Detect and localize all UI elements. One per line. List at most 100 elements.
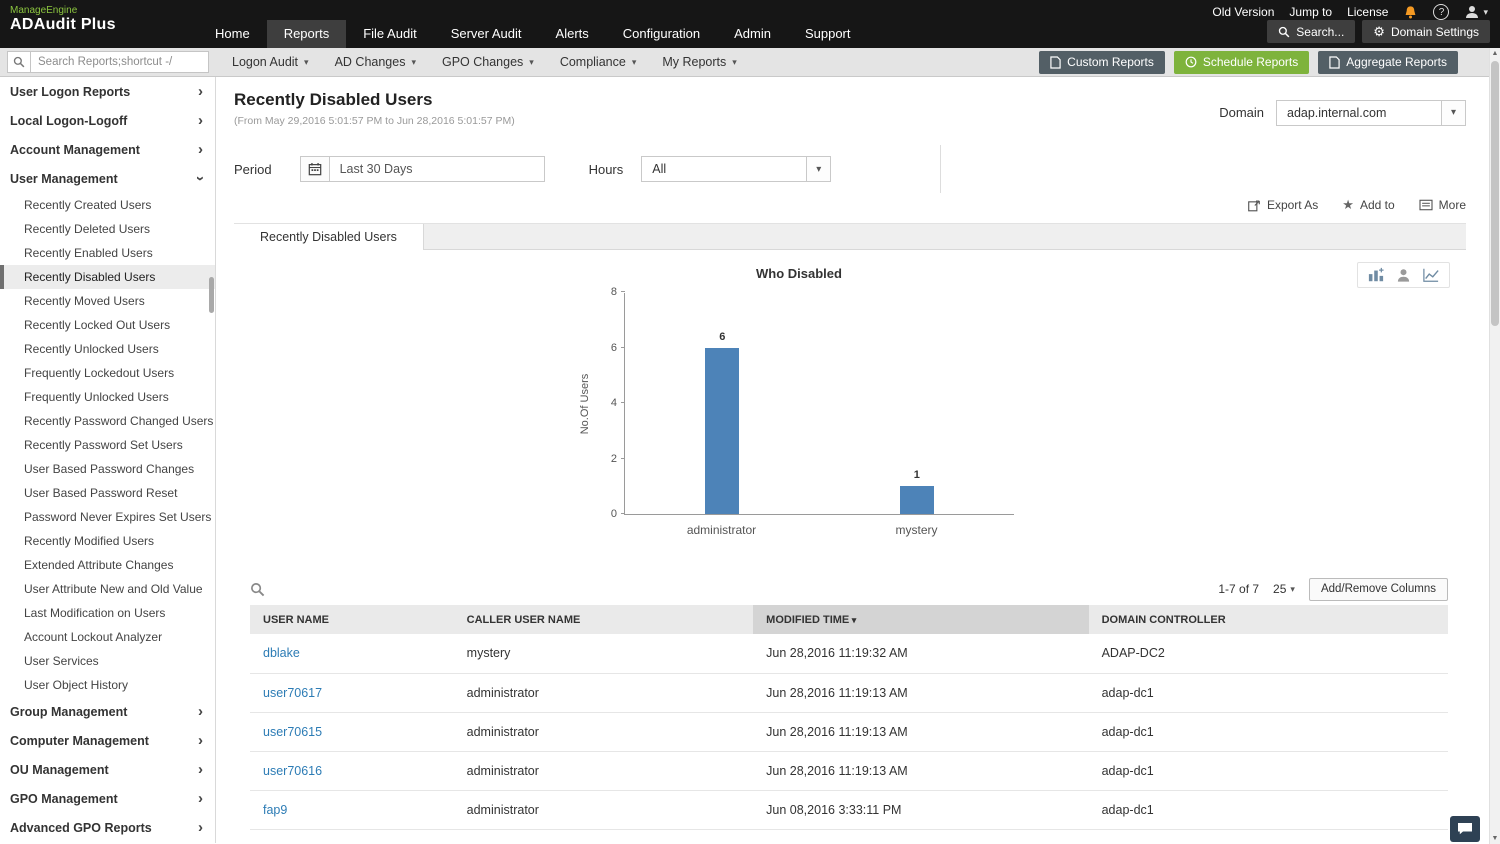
top-link-jump-to[interactable]: Jump to (1289, 5, 1332, 19)
chat-bubble-icon (1458, 823, 1472, 835)
menu-gpo-changes[interactable]: GPO Changes ▾ (429, 55, 547, 69)
cell-user-name[interactable]: fap9 (250, 790, 454, 830)
sidebar-item-account-lockout-analyzer[interactable]: Account Lockout Analyzer (0, 625, 215, 649)
sidebar-item-user-attribute-new-and-old-value[interactable]: User Attribute New and Old Value (0, 577, 215, 601)
sidebar-item-extended-attribute-changes[interactable]: Extended Attribute Changes (0, 553, 215, 577)
global-search-button[interactable]: Search... (1267, 20, 1356, 43)
bar-chart-icon[interactable] (1367, 267, 1385, 283)
table-header-row: USER NAME CALLER USER NAME MODIFIED TIME ▾… (250, 605, 1448, 634)
add-to-button[interactable]: ★ Add to (1342, 197, 1394, 213)
period-input[interactable]: Last 30 Days (329, 156, 545, 182)
report-search-input[interactable] (31, 51, 209, 73)
custom-reports-button[interactable]: Custom Reports (1039, 50, 1165, 74)
cell-domain-controller: adap-dc1 (1088, 751, 1448, 791)
sidebar-group-group-management[interactable]: Group Management › (0, 697, 215, 726)
nav-tab-server-audit[interactable]: Server Audit (434, 20, 539, 48)
add-remove-columns-button[interactable]: Add/Remove Columns (1308, 577, 1448, 601)
sidebar-group-user-management[interactable]: User Management › (0, 164, 215, 193)
user-summary-icon[interactable] (1396, 267, 1411, 283)
sidebar-item-recently-unlocked-users[interactable]: Recently Unlocked Users (0, 337, 215, 361)
export-as-button[interactable]: Export As (1247, 198, 1318, 212)
search-icon (1279, 26, 1290, 37)
sidebar-item-recently-moved-users[interactable]: Recently Moved Users (0, 289, 215, 313)
live-chat-button[interactable] (1450, 816, 1480, 842)
search-icon[interactable] (7, 51, 31, 73)
tab-recently-disabled-users[interactable]: Recently Disabled Users (234, 224, 424, 250)
cell-user-name[interactable]: dblake (250, 634, 454, 674)
hours-select[interactable]: All ▾ (641, 156, 832, 182)
notification-bell-icon[interactable] (1403, 5, 1418, 20)
page-size-select[interactable]: 25 ▾ (1273, 582, 1295, 596)
sidebar-group-ou-management[interactable]: OU Management › (0, 755, 215, 784)
cell-user-name[interactable]: user70617 (250, 673, 454, 713)
table-search-icon[interactable] (250, 582, 265, 597)
aggregate-reports-button[interactable]: Aggregate Reports (1318, 50, 1458, 74)
sidebar-item-recently-created-users[interactable]: Recently Created Users (0, 193, 215, 217)
cell-user-name[interactable]: user70615 (250, 712, 454, 752)
calendar-icon[interactable] (299, 156, 330, 182)
add-to-label: Add to (1359, 198, 1395, 212)
sidebar-item-password-never-expires-set-users[interactable]: Password Never Expires Set Users (0, 505, 215, 529)
scrollbar-thumb[interactable] (1491, 61, 1499, 326)
nav-tab-admin[interactable]: Admin (717, 20, 788, 48)
sidebar-group-label: Local Logon-Logoff (10, 113, 128, 128)
period-label: Period (234, 161, 272, 177)
sidebar-scrollbar[interactable] (209, 277, 214, 313)
sidebar-item-user-based-password-changes[interactable]: User Based Password Changes (0, 457, 215, 481)
sidebar-item-recently-deleted-users[interactable]: Recently Deleted Users (0, 217, 215, 241)
sidebar-group-account-management[interactable]: Account Management › (0, 135, 215, 164)
help-icon[interactable]: ? (1433, 4, 1450, 20)
table-section: 1-7 of 7 25 ▾ Add/Remove Columns USER NA… (250, 573, 1448, 830)
menu-ad-changes[interactable]: AD Changes ▾ (322, 55, 429, 69)
user-account-menu[interactable]: ▾ (1464, 4, 1488, 20)
top-link-old-version[interactable]: Old Version (1212, 5, 1274, 19)
sidebar-group-other-ad-object-changes[interactable]: Other AD Object Changes› (0, 842, 215, 843)
top-links: Old Version Jump to License (1212, 5, 1388, 19)
sidebar-item-user-object-history[interactable]: User Object History (0, 673, 215, 697)
line-chart-icon[interactable] (1422, 267, 1440, 283)
scroll-down-icon[interactable]: ▼ (1490, 833, 1500, 844)
chart-bar[interactable] (705, 347, 740, 514)
sidebar-item-recently-locked-out-users[interactable]: Recently Locked Out Users (0, 313, 215, 337)
menu-compliance[interactable]: Compliance ▾ (547, 55, 650, 69)
menu-logon-audit[interactable]: Logon Audit ▾ (219, 55, 322, 69)
column-header-modified-time[interactable]: MODIFIED TIME ▾ (753, 605, 1089, 634)
sidebar-group-user-logon-reports[interactable]: User Logon Reports › (0, 77, 215, 106)
column-header-caller-user-name[interactable]: CALLER USER NAME (453, 605, 754, 634)
nav-tab-file-audit[interactable]: File Audit (346, 20, 433, 48)
sidebar-item-frequently-unlocked-users[interactable]: Frequently Unlocked Users (0, 385, 215, 409)
report-date-range: (From May 29,2016 5:01:57 PM to Jun 28,2… (234, 115, 515, 127)
sidebar-item-recently-password-set-users[interactable]: Recently Password Set Users (0, 433, 215, 457)
sidebar-item-recently-enabled-users[interactable]: Recently Enabled Users (0, 241, 215, 265)
sidebar-group-advanced-gpo-reports[interactable]: Advanced GPO Reports › (0, 813, 215, 842)
sidebar-item-recently-modified-users[interactable]: Recently Modified Users (0, 529, 215, 553)
sidebar-group-local-logon-logoff[interactable]: Local Logon-Logoff › (0, 106, 215, 135)
column-header-domain-controller[interactable]: DOMAIN CONTROLLER (1088, 605, 1448, 634)
sidebar-item-recently-password-changed-users[interactable]: Recently Password Changed Users (0, 409, 215, 433)
sidebar-group-computer-management[interactable]: Computer Management › (0, 726, 215, 755)
sidebar-item-user-based-password-reset[interactable]: User Based Password Reset (0, 481, 215, 505)
nav-tab-reports[interactable]: Reports (266, 20, 347, 48)
sidebar-item-user-services[interactable]: User Services (0, 649, 215, 673)
sidebar-group-gpo-management[interactable]: GPO Management › (0, 784, 215, 813)
more-button[interactable]: More (1419, 198, 1466, 212)
star-icon: ★ (1342, 197, 1354, 212)
top-link-license[interactable]: License (1347, 5, 1388, 19)
sidebar-item-frequently-lockedout-users[interactable]: Frequently Lockedout Users (0, 361, 215, 385)
main-content: Recently Disabled Users (From May 29,201… (216, 77, 1500, 843)
column-header-user-name[interactable]: USER NAME (250, 605, 454, 634)
chart-bar[interactable] (899, 486, 934, 514)
domain-settings-button[interactable]: ⚙ Domain Settings (1362, 20, 1490, 43)
menu-my-reports[interactable]: My Reports ▾ (649, 55, 749, 69)
cell-user-name[interactable]: user70616 (250, 751, 454, 791)
page-scrollbar[interactable]: ▲ ▼ (1489, 48, 1500, 844)
sidebar-item-last-modification-on-users[interactable]: Last Modification on Users (0, 601, 215, 625)
nav-tab-alerts[interactable]: Alerts (539, 20, 606, 48)
sidebar-item-recently-disabled-users[interactable]: Recently Disabled Users (0, 265, 215, 289)
nav-tab-support[interactable]: Support (788, 20, 868, 48)
scroll-up-icon[interactable]: ▲ (1490, 48, 1500, 59)
domain-select[interactable]: adap.internal.com ▾ (1276, 99, 1466, 126)
schedule-reports-button[interactable]: Schedule Reports (1173, 50, 1310, 74)
nav-tab-home[interactable]: Home (198, 20, 267, 48)
nav-tab-configuration[interactable]: Configuration (606, 20, 717, 48)
